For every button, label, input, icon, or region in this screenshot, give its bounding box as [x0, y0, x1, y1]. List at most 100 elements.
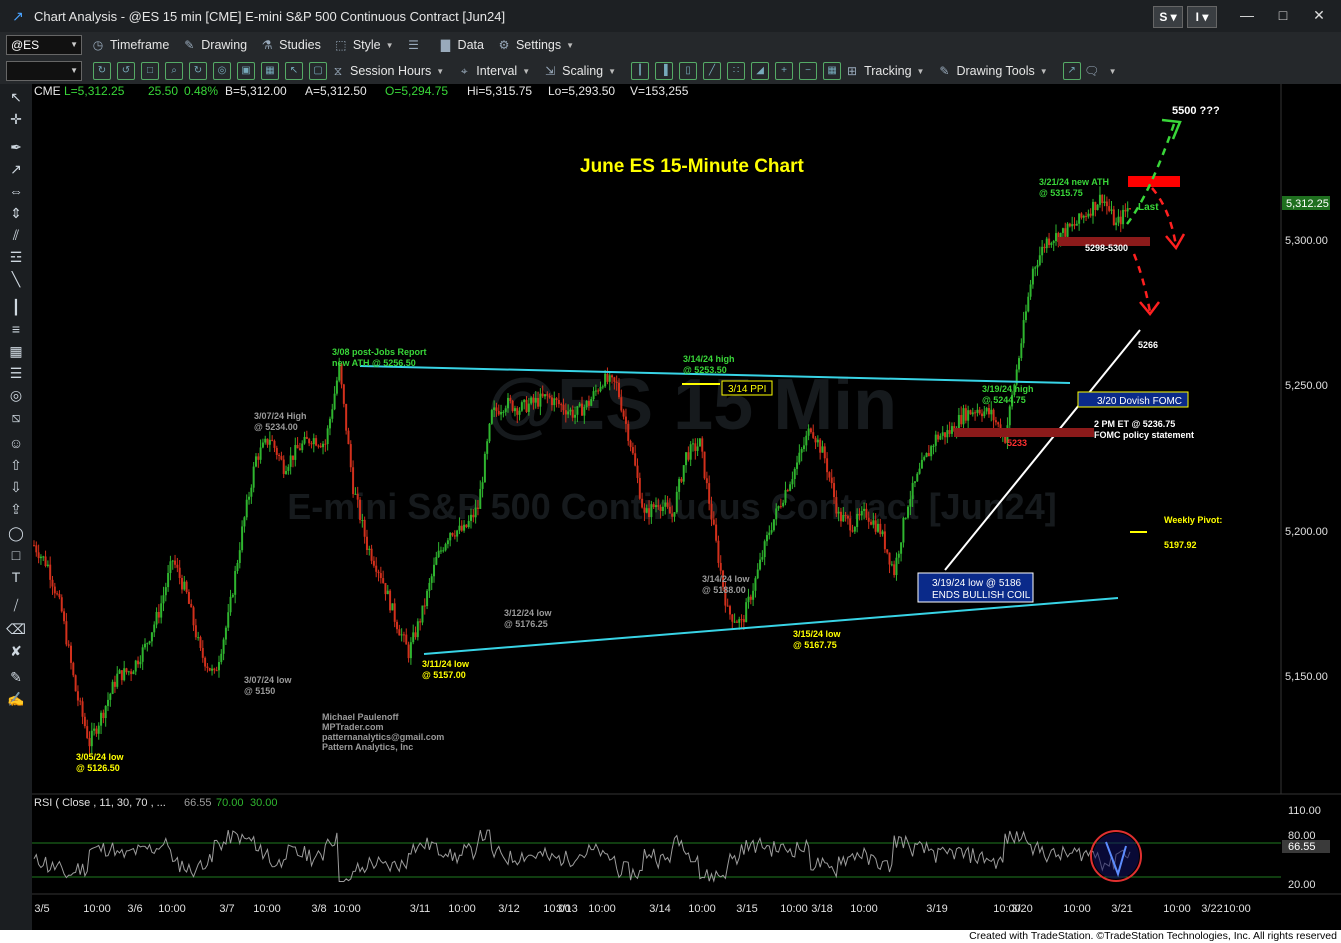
price-bar — [217, 662, 220, 671]
price-bar — [238, 550, 241, 563]
bar-style-icon[interactable]: ┃ — [631, 62, 650, 80]
close-icon[interactable]: ✕ — [1304, 4, 1334, 26]
price-chart[interactable]: @ES 15 Min E-mini S&P 500 Continuous Con… — [32, 84, 1341, 930]
spiral-icon[interactable]: ◎ — [6, 386, 26, 404]
drawing-menu[interactable]: ✎ Drawing — [181, 37, 247, 53]
price-bar — [705, 478, 708, 484]
rectangle-tool-icon[interactable]: □ — [6, 546, 26, 564]
price-bar — [347, 430, 350, 445]
arrow-tool-icon[interactable]: ↗ — [6, 160, 26, 178]
arrow-outline-up-icon[interactable]: ⇪ — [6, 500, 26, 518]
erase-line-icon[interactable]: ⧸ — [6, 596, 26, 614]
window-icon[interactable]: □ — [141, 62, 159, 80]
price-bar — [511, 400, 514, 412]
fib-fan-icon[interactable]: ≡ — [6, 320, 26, 338]
arrow-up-icon[interactable]: ⇧ — [6, 456, 26, 474]
zoom-in-icon[interactable]: + — [775, 62, 794, 80]
fib-tool-icon[interactable]: ☲ — [6, 248, 26, 266]
symbol-link-i-button[interactable]: I ▾ — [1187, 6, 1217, 28]
price-bar — [585, 400, 588, 408]
price-bar — [296, 444, 299, 449]
layout-button[interactable]: ☰ — [406, 37, 426, 53]
drawing-tools-menu[interactable]: ✎ Drawing Tools ▼ — [936, 63, 1047, 79]
dots-style-icon[interactable]: ∷ — [727, 62, 746, 80]
zoom-out-icon[interactable]: − — [799, 62, 818, 80]
channel-tool-icon[interactable]: ⫽ — [6, 226, 26, 244]
zoom-date-icon[interactable]: ⌕ — [165, 62, 183, 80]
price-bar — [627, 423, 630, 441]
scaling-menu[interactable]: ⇲ Scaling ▼ — [542, 63, 616, 79]
symbol-input[interactable]: @ES ▼ — [6, 35, 82, 55]
export-icon[interactable]: ↗ — [1062, 62, 1081, 80]
price-bar — [365, 536, 368, 550]
ellipse-tool-icon[interactable]: ◯ — [6, 524, 26, 542]
footer: Created with TradeStation. ©TradeStation… — [0, 930, 1341, 943]
cycle-icon[interactable]: ↻ — [189, 62, 207, 80]
price-bar — [636, 465, 639, 478]
interval-input[interactable]: ▼ — [6, 61, 82, 81]
studies-menu[interactable]: ⚗ Studies — [259, 37, 321, 53]
interval-menu[interactable]: ⌖ Interval ▼ — [456, 63, 530, 79]
session-hours-menu[interactable]: ⧖ Session Hours ▼ — [330, 63, 444, 79]
price-bar — [194, 625, 197, 638]
regression-icon[interactable]: ⧅ — [6, 408, 26, 426]
grid-toggle-icon[interactable]: ▦ — [823, 62, 842, 80]
price-bar — [227, 612, 230, 628]
price-bar — [97, 725, 100, 734]
image-icon[interactable]: ▣ — [237, 62, 255, 80]
symbol-link-s-button[interactable]: S ▾ — [1153, 6, 1183, 28]
price-bar — [178, 567, 181, 578]
candle-style-icon[interactable]: ▐ — [655, 62, 674, 80]
price-bar — [261, 442, 264, 448]
price-bar — [888, 552, 891, 565]
smiley-icon[interactable]: ☺ — [6, 434, 26, 452]
ytick-5250: 5,250.00 — [1285, 380, 1328, 392]
price-bar — [294, 444, 297, 460]
horizontal-lines-icon[interactable]: ☰ — [6, 364, 26, 382]
settings-menu[interactable]: ⚙ Settings ▼ — [496, 37, 574, 53]
speed-line-icon[interactable]: ╲ — [6, 270, 26, 288]
price-bar — [481, 482, 484, 489]
price-bar — [581, 403, 583, 416]
price-bar — [532, 397, 535, 403]
gann-grid-icon[interactable]: ▦ — [6, 342, 26, 360]
minimize-icon[interactable]: — — [1232, 4, 1262, 26]
target-icon[interactable]: ◎ — [213, 62, 231, 80]
annot-20a: Michael Paulenoff — [322, 712, 400, 722]
price-bar — [470, 514, 473, 521]
price-bar — [301, 443, 304, 451]
window-alt-icon[interactable]: ▢ — [309, 62, 327, 80]
xtick-label: 3/18 — [811, 903, 832, 915]
price-bar — [911, 482, 914, 500]
arrow-down-icon[interactable]: ⇩ — [6, 478, 26, 496]
price-bar — [719, 562, 722, 571]
style-menu[interactable]: ⬚ Style ▼ — [333, 37, 393, 53]
refresh-icon[interactable]: ↻ — [93, 62, 111, 80]
vertical-lines-icon[interactable]: ┃ — [6, 298, 26, 316]
pencil-tool-icon[interactable]: ✎ — [6, 668, 26, 686]
area-style-icon[interactable]: ◢ — [751, 62, 770, 80]
pencil-tool-alt-icon[interactable]: ✍ — [6, 690, 26, 708]
tracking-menu[interactable]: ⊞ Tracking ▼ — [844, 63, 924, 79]
cursor-icon[interactable]: ↖ — [285, 62, 303, 80]
timeframe-menu[interactable]: ◷ Timeframe — [90, 37, 170, 53]
chat-button[interactable]: 🗨 ▼ — [1084, 63, 1117, 79]
vertical-arrows-icon[interactable]: ⇕ — [6, 204, 26, 222]
cursor-tool-icon[interactable]: ↖ — [6, 88, 26, 106]
text-tool-icon[interactable]: T — [6, 568, 26, 586]
grid-icon[interactable]: ▦ — [261, 62, 279, 80]
price-bar — [886, 549, 889, 553]
eraser-icon[interactable]: ⌫ — [6, 620, 26, 638]
data-menu[interactable]: ▇ Data — [438, 37, 484, 53]
brush-tool-icon[interactable]: ✒ — [6, 138, 26, 156]
maximize-icon[interactable]: □ — [1268, 4, 1298, 26]
price-bar — [199, 637, 202, 648]
sync-icon[interactable]: ↺ — [117, 62, 135, 80]
horizontal-arrows-icon[interactable]: ⇔ — [6, 182, 26, 200]
chart-area[interactable]: @ES 15 Min E-mini S&P 500 Continuous Con… — [32, 84, 1341, 930]
line-style-icon[interactable]: ╱ — [703, 62, 722, 80]
delete-icon[interactable]: ✘ — [6, 642, 26, 660]
hollow-candle-icon[interactable]: ▯ — [679, 62, 698, 80]
price-bar — [858, 513, 861, 516]
crosshair-tool-icon[interactable]: ✛ — [6, 110, 26, 128]
